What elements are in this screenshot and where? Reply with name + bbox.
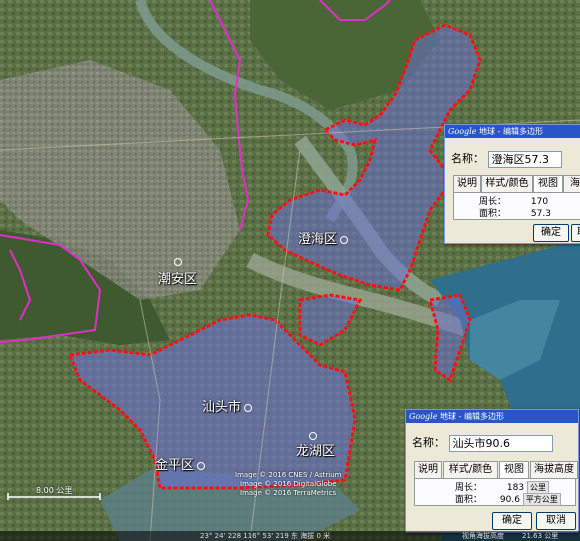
tab-altitude[interactable]: 海 xyxy=(563,175,580,193)
name-input[interactable]: 澄海区57.3 xyxy=(487,150,562,168)
tab-view[interactable]: 视图 xyxy=(499,461,529,479)
place-label-chaoan[interactable]: 潮安区 xyxy=(158,268,197,287)
place-label-text: 汕头市 xyxy=(202,400,242,415)
area-label: 面积： xyxy=(479,209,507,219)
tab-description[interactable]: 说明 xyxy=(453,175,481,193)
place-label-shantou[interactable]: 汕头市 xyxy=(202,396,253,415)
area-value: 57.3 xyxy=(530,209,551,219)
place-label-text: 潮安区 xyxy=(158,272,198,287)
cancel-button[interactable]: 取消 xyxy=(536,512,576,530)
place-label-chenghai[interactable]: 澄海区 xyxy=(298,228,349,247)
area-unit-select[interactable]: 平方公里 xyxy=(522,493,561,506)
dialog-titlebar[interactable]: Google 地球 - 编辑多边形 xyxy=(406,410,578,423)
place-dot-icon xyxy=(197,461,206,470)
status-view-label: 视角海拔高度 xyxy=(462,532,504,540)
edit-polygon-dialog-shantou[interactable]: Google 地球 - 编辑多边形 名称： 汕头市90.6 说明 样式/颜色 视… xyxy=(405,409,579,533)
dialog-app-name: Google xyxy=(448,127,477,136)
place-dot-icon xyxy=(309,431,317,440)
place-label-text: 澄海区 xyxy=(298,232,338,247)
place-label-text: 龙湖区 xyxy=(296,444,336,459)
tab-altitude[interactable]: 海拔高度 xyxy=(530,461,578,479)
dialog-title: 地球 - 编辑多边形 xyxy=(478,127,543,136)
tab-style-color[interactable]: 样式/颜色 xyxy=(443,461,498,479)
status-coordinates: 23° 24' 228 116° 53' 219 东 海拔 0 米 xyxy=(200,532,331,540)
place-marker-chaoan xyxy=(171,254,182,269)
imagery-credit-3: Image © 2016 TerraMetrics xyxy=(240,489,337,497)
dialog-title: 地球 - 编辑多边形 xyxy=(439,412,504,421)
status-bar: 23° 24' 228 116° 53' 219 东 海拔 0 米 视角海拔高度… xyxy=(0,531,580,541)
name-input[interactable]: 汕头市90.6 xyxy=(448,434,553,452)
place-label-jinping[interactable]: 金平区 xyxy=(155,454,206,473)
measurement-panel: 周长： 170 面积： 57.3 xyxy=(453,192,580,220)
dialog-titlebar[interactable]: Google 地球 - 编辑多边形 xyxy=(445,125,580,138)
scale-label: 8.00 公里 xyxy=(36,486,73,495)
cancel-button[interactable]: 取 xyxy=(571,224,580,242)
tab-view[interactable]: 视图 xyxy=(533,175,563,193)
edit-polygon-dialog-chenghai[interactable]: Google 地球 - 编辑多边形 名称： 澄海区57.3 说明 样式/颜色 视… xyxy=(444,124,580,244)
ok-button[interactable]: 确定 xyxy=(533,224,569,242)
area-label: 面积： xyxy=(455,495,483,505)
ok-button[interactable]: 确定 xyxy=(492,512,532,530)
place-dot-icon xyxy=(244,403,253,412)
imagery-credit-1: Image © 2016 CNES / Astrium xyxy=(235,471,342,479)
dialog-app-name: Google xyxy=(409,412,438,421)
area-value: 90.6 xyxy=(499,495,520,505)
place-label-text: 金平区 xyxy=(155,458,195,473)
measurement-panel: 周长： 183 公里 面积： 90.6 平方公里 xyxy=(414,478,576,506)
status-view-altitude: 21.63 公里 xyxy=(522,532,559,540)
place-marker-longhu xyxy=(306,428,317,443)
name-label: 名称： xyxy=(451,152,484,165)
name-label: 名称： xyxy=(412,436,445,449)
place-dot-icon xyxy=(340,235,349,244)
imagery-credit-2: Image © 2016 DigitalGlobe xyxy=(240,480,337,488)
tab-style-color[interactable]: 样式/颜色 xyxy=(481,175,533,193)
place-dot-icon xyxy=(174,257,182,266)
tab-description[interactable]: 说明 xyxy=(414,461,442,479)
